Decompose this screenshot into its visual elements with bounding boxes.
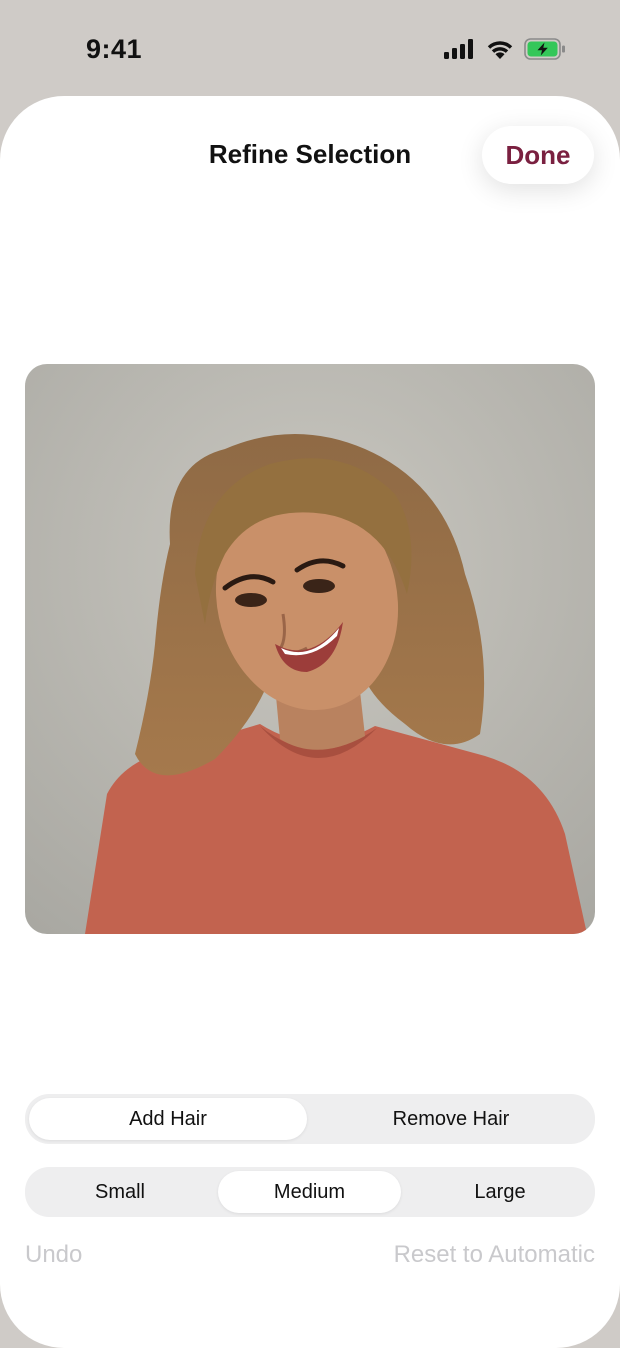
size-large-option[interactable]: Large [409, 1171, 591, 1213]
refine-selection-sheet: Refine Selection Done Add Hair Remove Ha… [0, 96, 620, 1348]
done-button[interactable]: Done [482, 126, 594, 184]
hair-mode-segmented-control: Add Hair Remove Hair [25, 1094, 595, 1144]
size-small-option[interactable]: Small [29, 1171, 211, 1213]
size-medium-option[interactable]: Medium [218, 1171, 401, 1213]
wifi-icon [486, 39, 514, 60]
portrait-photo[interactable] [25, 364, 595, 934]
brush-size-segmented-control: Small Medium Large [25, 1167, 595, 1217]
battery-charging-icon [524, 38, 566, 60]
cellular-signal-icon [444, 39, 476, 59]
status-icons [444, 38, 566, 60]
status-bar: 9:41 [0, 0, 620, 96]
remove-hair-option[interactable]: Remove Hair [311, 1098, 591, 1140]
reset-to-automatic-button[interactable]: Reset to Automatic [394, 1241, 595, 1269]
undo-button[interactable]: Undo [25, 1241, 82, 1269]
status-time: 9:41 [86, 34, 143, 64]
add-hair-option[interactable]: Add Hair [29, 1098, 307, 1140]
